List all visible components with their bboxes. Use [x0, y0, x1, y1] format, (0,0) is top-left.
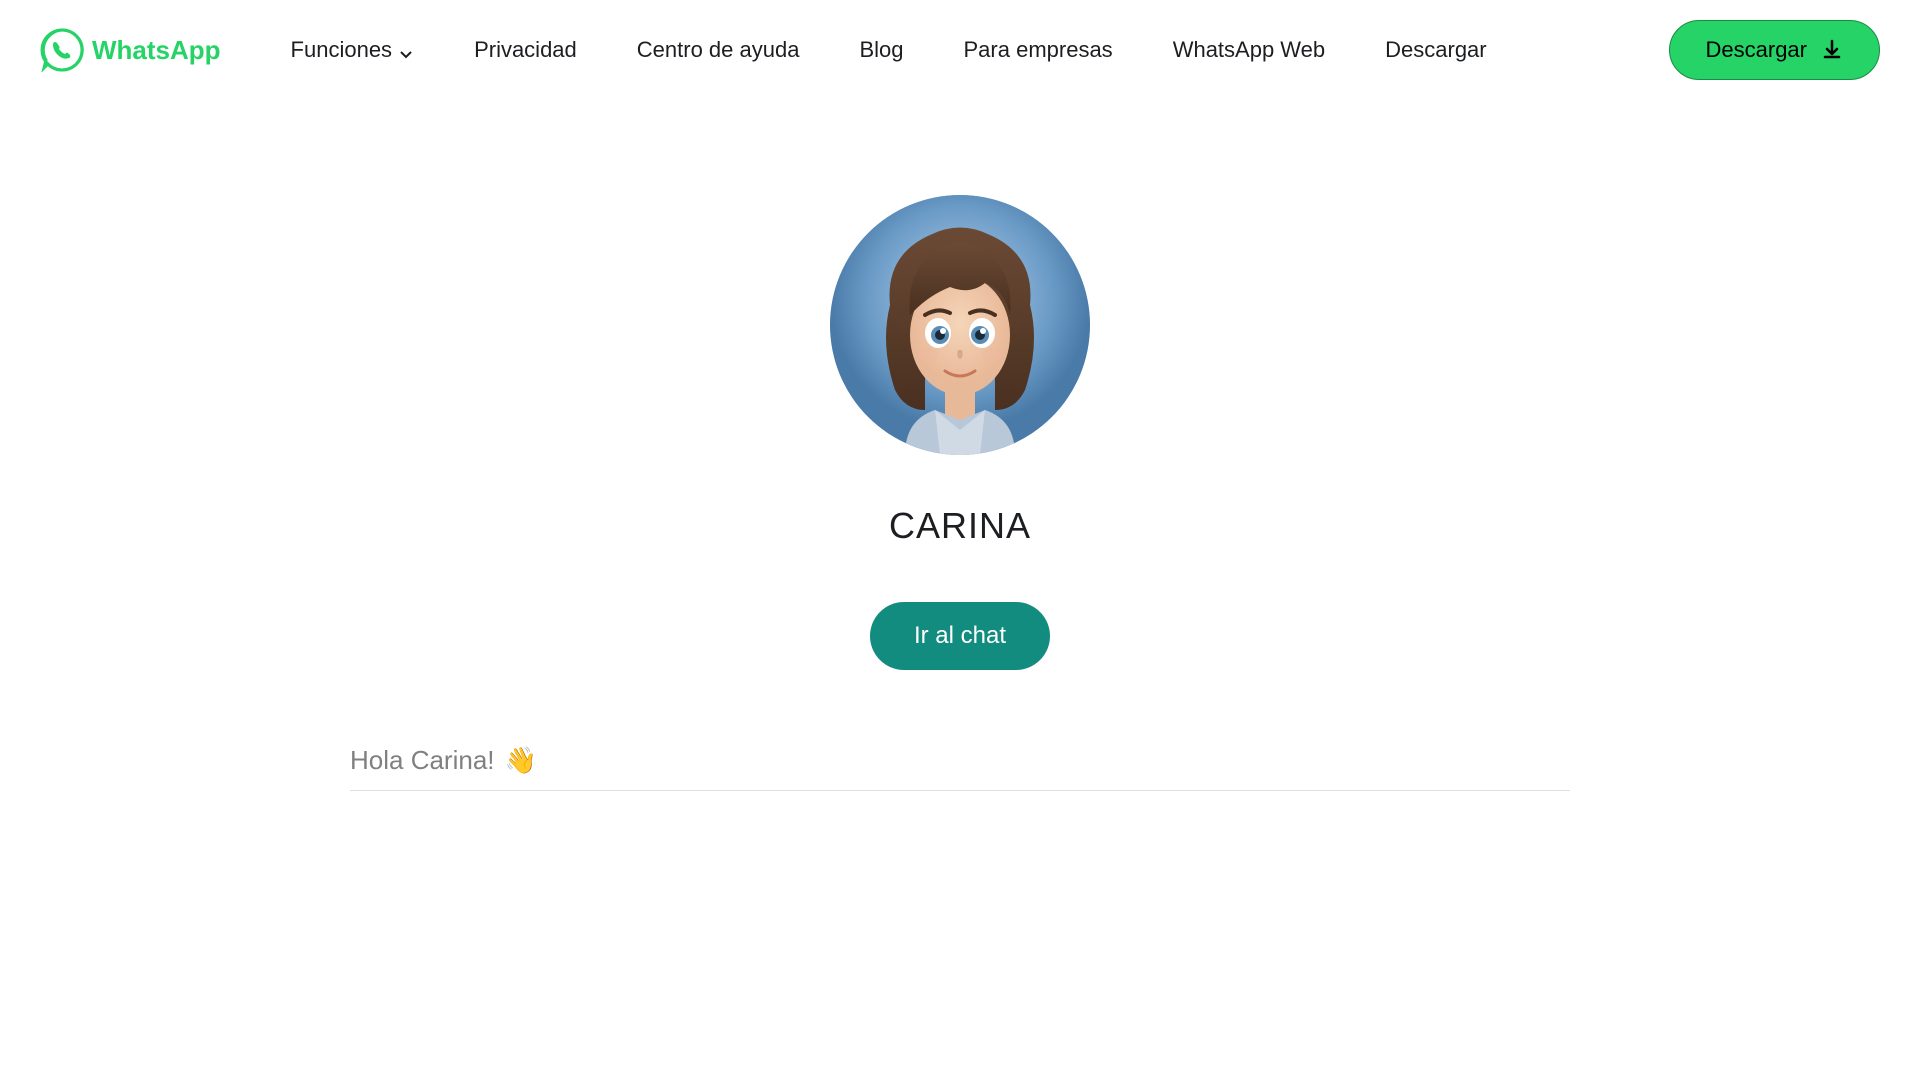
greeting-message: Hola Carina! — [350, 745, 495, 776]
chevron-down-icon — [398, 42, 414, 58]
greeting-text: Hola Carina! 👋 — [350, 745, 1570, 791]
nav-privacidad[interactable]: Privacidad — [474, 37, 577, 63]
nav-funciones[interactable]: Funciones — [291, 37, 415, 63]
nav-para-empresas-label: Para empresas — [964, 37, 1113, 63]
nav-centro-ayuda-label: Centro de ayuda — [637, 37, 800, 63]
profile-name: CARINA — [889, 505, 1031, 547]
main-nav: Funciones Privacidad Centro de ayuda Blo… — [291, 37, 1639, 63]
nav-privacidad-label: Privacidad — [474, 37, 577, 63]
nav-whatsapp-web-label: WhatsApp Web — [1173, 37, 1325, 63]
nav-blog[interactable]: Blog — [859, 37, 903, 63]
nav-whatsapp-web[interactable]: WhatsApp Web — [1173, 37, 1325, 63]
nav-descargar-label: Descargar — [1385, 37, 1486, 62]
nav-descargar-link[interactable]: Descargar — [1385, 37, 1486, 63]
chat-button-label: Ir al chat — [914, 622, 1006, 649]
nav-funciones-label: Funciones — [291, 37, 393, 63]
profile-avatar — [830, 195, 1090, 455]
nav-para-empresas[interactable]: Para empresas — [964, 37, 1113, 63]
greeting-container: Hola Carina! 👋 — [350, 745, 1570, 791]
download-button[interactable]: Descargar — [1669, 20, 1880, 80]
whatsapp-logo[interactable]: WhatsApp — [40, 28, 221, 72]
logo-text: WhatsApp — [92, 35, 221, 66]
main-content: CARINA Ir al chat Hola Carina! 👋 — [0, 100, 1920, 791]
nav-centro-ayuda[interactable]: Centro de ayuda — [637, 37, 800, 63]
whatsapp-icon — [40, 28, 84, 72]
go-to-chat-button[interactable]: Ir al chat — [870, 602, 1050, 670]
download-icon — [1821, 39, 1843, 61]
header: WhatsApp Funciones Privacidad Centro de … — [0, 0, 1920, 100]
wave-emoji: 👋 — [505, 745, 537, 776]
nav-blog-label: Blog — [859, 37, 903, 63]
download-button-label: Descargar — [1706, 37, 1807, 63]
